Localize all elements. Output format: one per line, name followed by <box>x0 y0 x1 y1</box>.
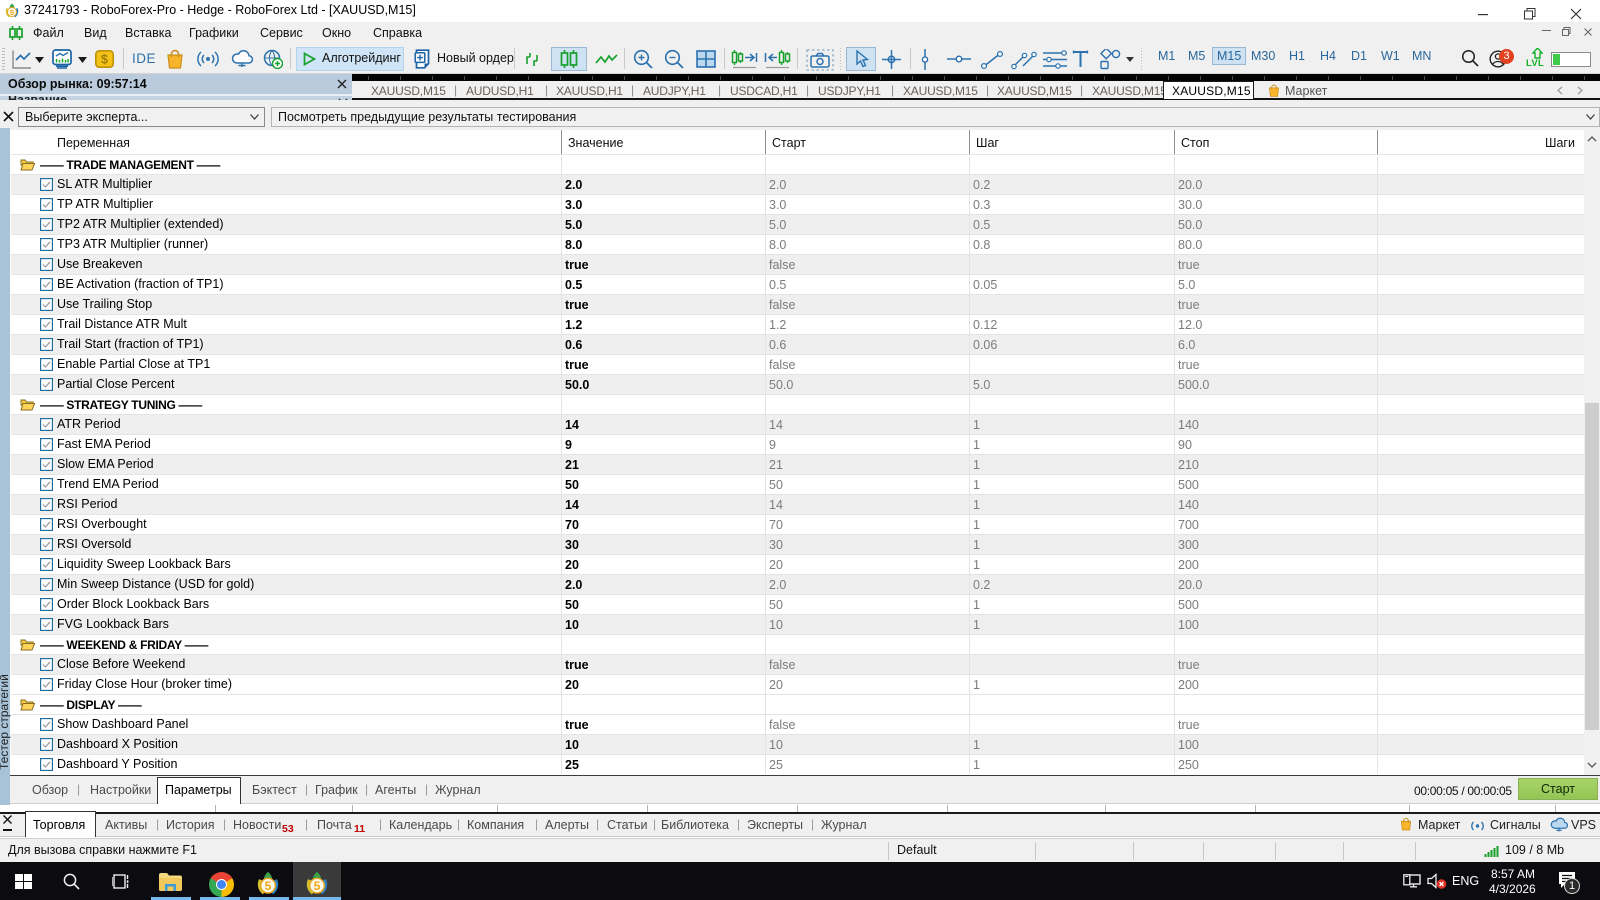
svg-text:5: 5 <box>314 879 321 893</box>
svg-text:5: 5 <box>265 879 272 893</box>
svg-text:5: 5 <box>10 8 14 17</box>
svg-text:$: $ <box>101 53 108 67</box>
